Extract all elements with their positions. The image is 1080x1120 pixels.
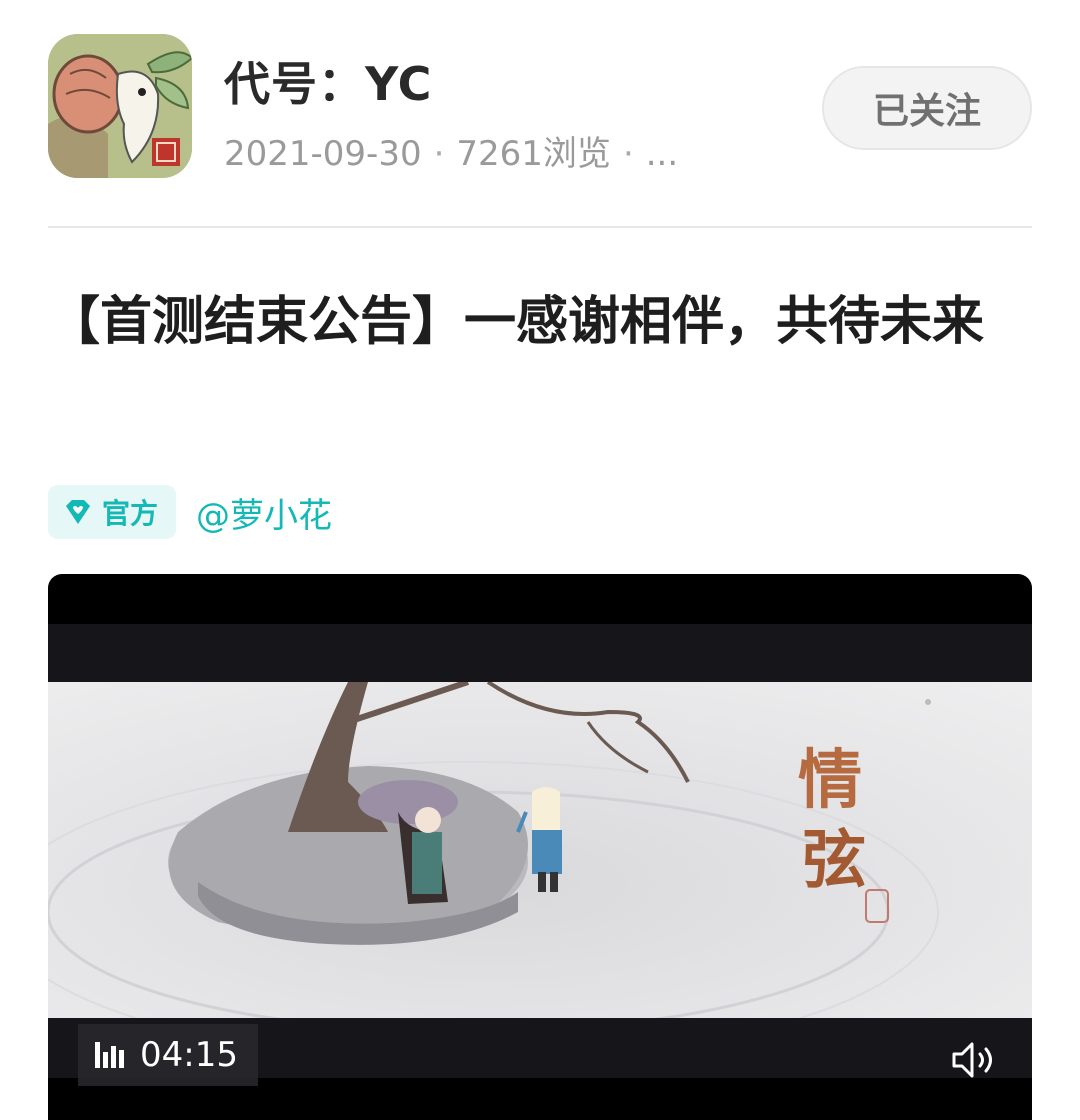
duration-badge: 04:15 xyxy=(78,1024,258,1086)
official-badge: 官方 xyxy=(48,485,177,539)
official-label: 官方 xyxy=(102,497,159,530)
post-meta: 2021-09-30 · 7261浏览 ·... xyxy=(224,126,678,175)
video-thumbnail[interactable]: 情 弦 xyxy=(48,682,1032,1018)
more-meta[interactable]: ... xyxy=(646,134,678,174)
volume-button[interactable] xyxy=(950,1040,998,1080)
post-date: 2021-09-30 xyxy=(224,134,422,174)
speaker-icon xyxy=(952,1042,992,1078)
audio-bars-icon xyxy=(95,1042,124,1068)
author-link[interactable]: @萝小花 xyxy=(196,488,332,537)
meta-separator: · xyxy=(622,134,634,174)
game-name[interactable]: 代号：YC xyxy=(224,48,432,114)
video-letterbox-top xyxy=(48,624,1032,682)
diamond-heart-icon xyxy=(66,500,90,524)
video-scene-image: 情 弦 xyxy=(48,682,1032,1018)
divider xyxy=(48,226,1032,228)
meta-separator: · xyxy=(433,134,445,174)
post-title: 【首测结束公告】一感谢相伴，共待未来 xyxy=(48,292,985,352)
follow-button[interactable]: 已关注 xyxy=(822,66,1032,150)
video-duration: 04:15 xyxy=(140,1035,238,1075)
video-caption-art: 弦 xyxy=(802,823,866,898)
view-count: 7261浏览 xyxy=(456,134,611,174)
post-header: 代号：YC 2021-09-30 · 7261浏览 ·... 已关注 xyxy=(48,34,1032,180)
video-caption-art: 情 xyxy=(798,743,862,818)
game-avatar[interactable] xyxy=(48,34,192,178)
author-row: 官方 @萝小花 xyxy=(48,485,332,539)
video-player[interactable]: 情 弦 04:15 xyxy=(48,574,1032,1120)
game-logo-icon xyxy=(48,34,192,178)
